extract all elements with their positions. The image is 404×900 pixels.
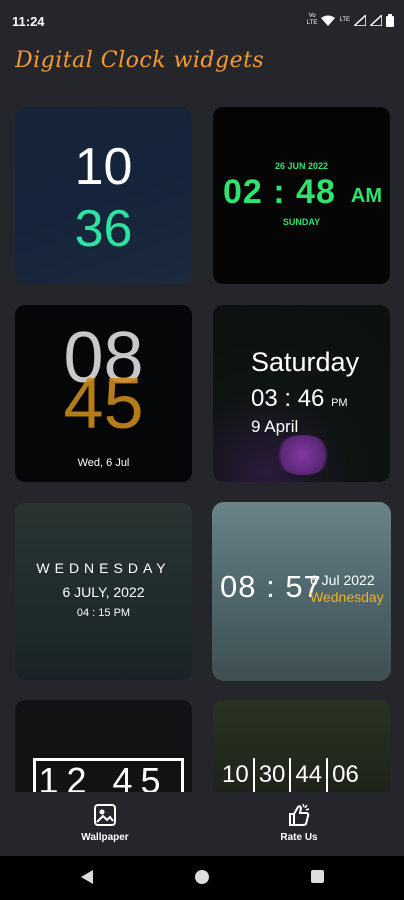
volte-icon: Vo LTE xyxy=(306,13,318,26)
widget-card-4[interactable]: Saturday 03 : 46 PM 9 April xyxy=(213,305,390,482)
widget-time: 02 : 48 xyxy=(223,173,336,211)
widget-date: 6 JULY, 2022 xyxy=(62,584,145,600)
widget-minute: 45 xyxy=(63,364,144,444)
widget-segment: 10 xyxy=(218,758,255,792)
thumbs-up-icon xyxy=(289,803,310,826)
widget-hour: 10 xyxy=(74,138,133,196)
app-title: Digital Clock widgets xyxy=(15,48,265,73)
widget-date: 9 April xyxy=(251,417,299,436)
lte-icon: LTE xyxy=(339,16,350,23)
rate-us-label: Rate Us xyxy=(280,832,318,843)
widget-time: 04 : 15 PM xyxy=(76,607,131,619)
wallpaper-button[interactable]: Wallpaper xyxy=(55,802,155,843)
widget-time-value: 03 : 46 xyxy=(251,385,325,412)
widget-time: 03 : 46 PM xyxy=(251,385,348,413)
widget-ampm: AM xyxy=(350,185,382,207)
wifi-icon xyxy=(321,15,336,26)
widget-day: SUNDAY xyxy=(282,217,321,227)
widget-minute: 36 xyxy=(74,200,133,258)
flower-decoration xyxy=(273,435,333,475)
signal-icon xyxy=(354,14,366,26)
widget-date: Wed, 6 Jul xyxy=(77,457,130,469)
rate-us-button[interactable]: Rate Us xyxy=(249,802,349,843)
widget-card-1[interactable]: 10 36 xyxy=(15,107,192,284)
widget-segment: 44 xyxy=(291,758,329,792)
battery-icon xyxy=(386,13,394,27)
widget-segment: 30 xyxy=(255,758,292,792)
wallpaper-label: Wallpaper xyxy=(81,832,129,843)
widget-card-5[interactable]: WEDNESDAY 6 JULY, 2022 04 : 15 PM xyxy=(15,503,192,680)
widget-card-6[interactable]: 08 : 57 6 Jul 2022 Wednesday xyxy=(212,502,391,681)
back-icon[interactable] xyxy=(80,870,94,884)
signal-icon-2 xyxy=(370,14,382,26)
widget-card-2[interactable]: 26 JUN 2022 02 : 48 AM SUNDAY xyxy=(213,107,390,284)
status-time: 11:24 xyxy=(12,14,45,29)
widget-card-3[interactable]: 08 45 Wed, 6 Jul xyxy=(15,305,192,482)
recent-apps-icon[interactable] xyxy=(311,870,324,883)
widget-date: 6 Jul 2022 xyxy=(310,572,375,588)
status-icons: Vo LTE LTE xyxy=(307,13,394,27)
widget-date: 26 JUN 2022 xyxy=(274,161,329,171)
system-nav-bar xyxy=(0,856,404,900)
wallpaper-icon xyxy=(94,804,116,826)
widget-day: WEDNESDAY xyxy=(36,560,171,576)
status-bar: 11:24 Vo LTE LTE xyxy=(0,0,404,40)
home-icon[interactable] xyxy=(195,870,209,884)
widget-day: Saturday xyxy=(251,347,360,377)
widget-time: 08 : 57 xyxy=(220,569,322,604)
widget-segment: 06 xyxy=(332,761,359,788)
widget-day: Wednesday xyxy=(310,589,384,605)
widget-ampm: PM xyxy=(331,397,348,409)
bottom-nav: Wallpaper Rate Us xyxy=(0,792,404,856)
widget-segments: 10 30 44 06 xyxy=(218,758,363,792)
